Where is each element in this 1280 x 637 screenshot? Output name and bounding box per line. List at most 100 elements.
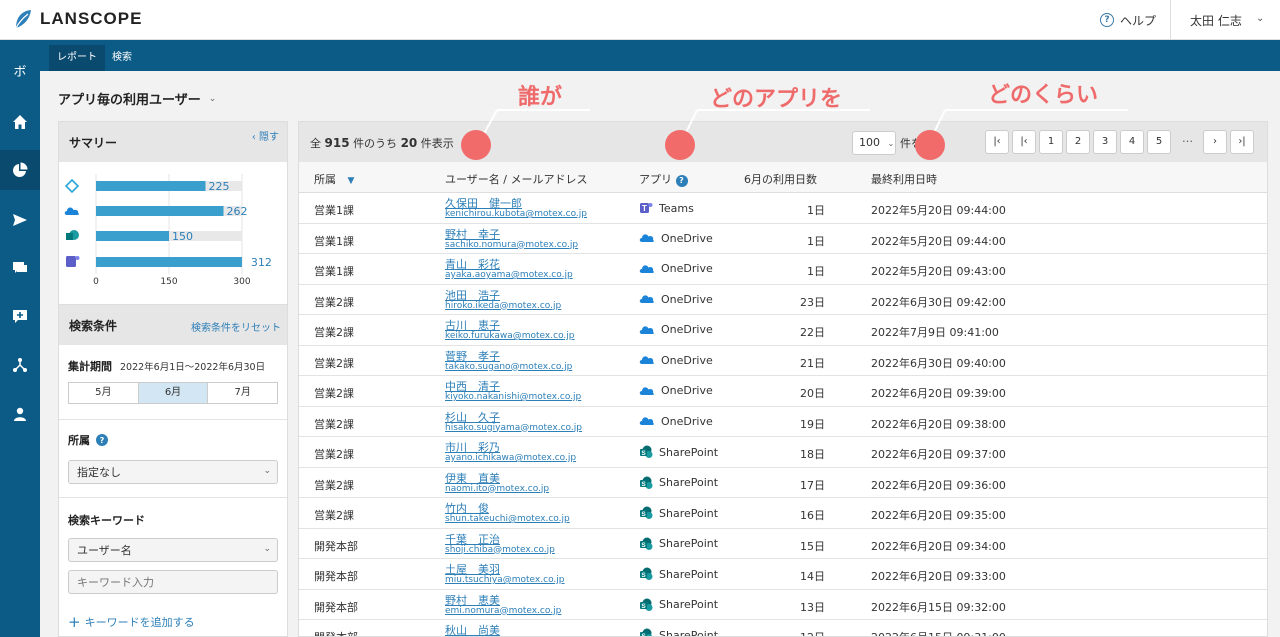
user-email-link[interactable]: shoji.chiba@motex.co.jp bbox=[445, 545, 555, 555]
user-email-link[interactable]: kenichirou.kubota@motex.co.jp bbox=[445, 209, 587, 219]
user-email-link[interactable]: sachiko.nomura@motex.co.jp bbox=[445, 240, 578, 250]
cell-dept: 開発本部 bbox=[314, 600, 358, 614]
table-row: 営業2課 古川 恵子 keiko.furukawa@motex.co.jp OneDr… bbox=[299, 315, 1267, 346]
header-app-label: アプリ bbox=[639, 173, 672, 186]
user-email-link[interactable]: takako.sugano@motex.co.jp bbox=[445, 362, 572, 372]
page-2[interactable]: 2 bbox=[1066, 130, 1090, 154]
count-shown: 20 bbox=[400, 136, 418, 150]
header-app[interactable]: アプリ ? bbox=[639, 171, 688, 187]
tab-report[interactable]: レポート bbox=[49, 45, 105, 71]
table-header: 所属 ▼ ユーザー名 / メールアドレス アプリ ? 6月の利用日数 最終利用日… bbox=[299, 162, 1267, 193]
table-row: 営業2課 池田 浩子 hiroko.ikeda@motex.co.jp OneDriv… bbox=[299, 285, 1267, 315]
last-page-button[interactable]: ›| bbox=[1230, 130, 1254, 154]
help-icon[interactable]: ? bbox=[96, 434, 108, 446]
dept-select[interactable]: 指定なし ⌄ bbox=[68, 460, 278, 484]
user-email-link[interactable]: ayaka.aoyama@motex.co.jp bbox=[445, 270, 573, 280]
hierarchy-icon[interactable] bbox=[0, 345, 40, 385]
month-may[interactable]: 5月 bbox=[69, 383, 138, 403]
app-name: OneDrive bbox=[661, 384, 713, 397]
table-row: 開発本部 土屋 美羽 miu.tsuchiya@motex.co.jp S ShareP… bbox=[299, 559, 1267, 590]
page-title[interactable]: アプリ毎の利用ユーザー ⌄ bbox=[58, 89, 216, 108]
app-name: SharePoint bbox=[659, 445, 719, 459]
reset-conditions-link[interactable]: 検索条件をリセット bbox=[191, 319, 281, 334]
home-icon[interactable] bbox=[0, 102, 40, 142]
bar bbox=[96, 206, 224, 216]
user-email-link[interactable]: naomi.ito@motex.co.jp bbox=[445, 484, 549, 494]
user-email-link[interactable]: keiko.furukawa@motex.co.jp bbox=[445, 331, 575, 341]
tab-search[interactable]: 検索 bbox=[104, 45, 140, 71]
table-row: 開発本部 千葉 正治 shoji.chiba@motex.co.jp S SharePo… bbox=[299, 529, 1267, 559]
user-email-link[interactable]: hisako.sugiyama@motex.co.jp bbox=[445, 423, 582, 433]
help-icon[interactable]: ? bbox=[675, 175, 688, 187]
header-last[interactable]: 最終利用日時 bbox=[871, 171, 937, 187]
chevron-down-icon: ⌄ bbox=[887, 139, 895, 148]
help-link[interactable]: ? ヘルプ bbox=[1100, 0, 1172, 40]
app-name: OneDrive bbox=[661, 262, 713, 275]
page-3[interactable]: 3 bbox=[1093, 130, 1117, 154]
user-name-link[interactable]: 秋山 尚美 bbox=[445, 622, 500, 636]
page-1[interactable]: 1 bbox=[1039, 130, 1063, 154]
sharepoint-icon: S bbox=[639, 598, 653, 612]
cell-days: 15日 bbox=[800, 539, 825, 553]
chat-icon[interactable] bbox=[0, 248, 40, 288]
user-name: 太田 仁志 bbox=[1190, 13, 1242, 28]
cell-days: 1日 bbox=[807, 265, 825, 278]
next-page-button[interactable]: › bbox=[1203, 130, 1227, 154]
bar-value-label: 225 bbox=[209, 180, 230, 193]
user-email-link[interactable]: emi.nomura@motex.co.jp bbox=[445, 606, 561, 616]
per-page-select[interactable]: 100 ⌄ bbox=[852, 131, 896, 155]
user-icon[interactable] bbox=[0, 394, 40, 434]
sidenav-top-label[interactable]: ボ bbox=[0, 50, 40, 90]
app-name: OneDrive bbox=[661, 292, 713, 306]
sharepoint-icon: S bbox=[639, 567, 653, 581]
app-name: SharePoint bbox=[659, 537, 719, 550]
pie-chart-icon[interactable] bbox=[0, 150, 40, 190]
lanscope-logo[interactable]: LANSCOPE bbox=[12, 8, 142, 30]
table-row: 営業2課 市川 彩乃 ayano.ichikawa@motex.co.jp S Shar… bbox=[299, 437, 1267, 468]
app-name: SharePoint bbox=[659, 598, 719, 611]
app-name: SharePoint bbox=[659, 476, 719, 489]
cell-dept: 営業2課 bbox=[314, 295, 354, 309]
page-4[interactable]: 4 bbox=[1120, 130, 1144, 154]
month-june[interactable]: 6月 bbox=[137, 383, 209, 403]
user-email-link[interactable]: ayano.ichikawa@motex.co.jp bbox=[445, 453, 576, 463]
app-name: OneDrive bbox=[661, 414, 713, 428]
header-days[interactable]: 6月の利用日数 bbox=[744, 171, 817, 187]
dept-row: 所属 ? bbox=[68, 432, 108, 448]
user-menu[interactable]: 太田 仁志 bbox=[1190, 0, 1242, 40]
user-email-link[interactable]: miu.tsuchiya@motex.co.jp bbox=[445, 575, 565, 585]
svg-text:S: S bbox=[641, 511, 646, 518]
user-email-link[interactable]: shun.takeuchi@motex.co.jp bbox=[445, 514, 570, 524]
first-page-button[interactable]: |‹ bbox=[985, 130, 1009, 154]
send-icon[interactable] bbox=[0, 200, 40, 240]
prev-page-button[interactable]: |‹ bbox=[1012, 130, 1036, 154]
sharepoint-icon bbox=[66, 230, 79, 240]
page-5[interactable]: 5 bbox=[1147, 130, 1171, 154]
add-keyword-button[interactable]: + キーワードを追加する bbox=[68, 614, 195, 630]
header-user[interactable]: ユーザー名 / メールアドレス bbox=[445, 171, 587, 187]
keyword-input[interactable] bbox=[68, 570, 278, 594]
svg-text:S: S bbox=[641, 633, 646, 637]
header-dept[interactable]: 所属 ▼ bbox=[314, 171, 354, 187]
cell-days: 22日 bbox=[800, 326, 825, 339]
chevron-down-icon[interactable]: ⌄ bbox=[209, 94, 217, 104]
hide-summary-button[interactable]: ‹ 隠す bbox=[252, 128, 279, 143]
sharepoint-icon: S bbox=[639, 476, 653, 490]
cell-days: 12日 bbox=[749, 629, 825, 636]
sort-desc-icon[interactable]: ▼ bbox=[348, 176, 355, 186]
keyword-type-select[interactable]: ユーザー名 ⌄ bbox=[68, 538, 278, 562]
cell-app: S SharePoint bbox=[639, 628, 718, 637]
user-email-link[interactable]: kiyoko.nakanishi@motex.co.jp bbox=[445, 392, 581, 402]
table-row: 営業1課 野村 幸子 sachiko.nomura@motex.co.jp OneDr… bbox=[299, 224, 1267, 254]
user-email-link[interactable]: hiroko.ikeda@motex.co.jp bbox=[445, 301, 561, 311]
chevron-down-icon[interactable]: ⌄ bbox=[1256, 13, 1264, 24]
cell-days: 1日 bbox=[807, 204, 825, 217]
logo-text: LANSCOPE bbox=[40, 9, 143, 28]
cell-app: OneDrive bbox=[639, 415, 713, 428]
cell-last-used: 2022年6月15日 09:31:00 bbox=[871, 629, 1006, 636]
per-page-value: 100 bbox=[859, 136, 880, 149]
month-july[interactable]: 7月 bbox=[208, 383, 277, 403]
bar bbox=[96, 257, 242, 267]
add-comment-icon[interactable] bbox=[0, 296, 40, 336]
bar bbox=[96, 181, 206, 191]
